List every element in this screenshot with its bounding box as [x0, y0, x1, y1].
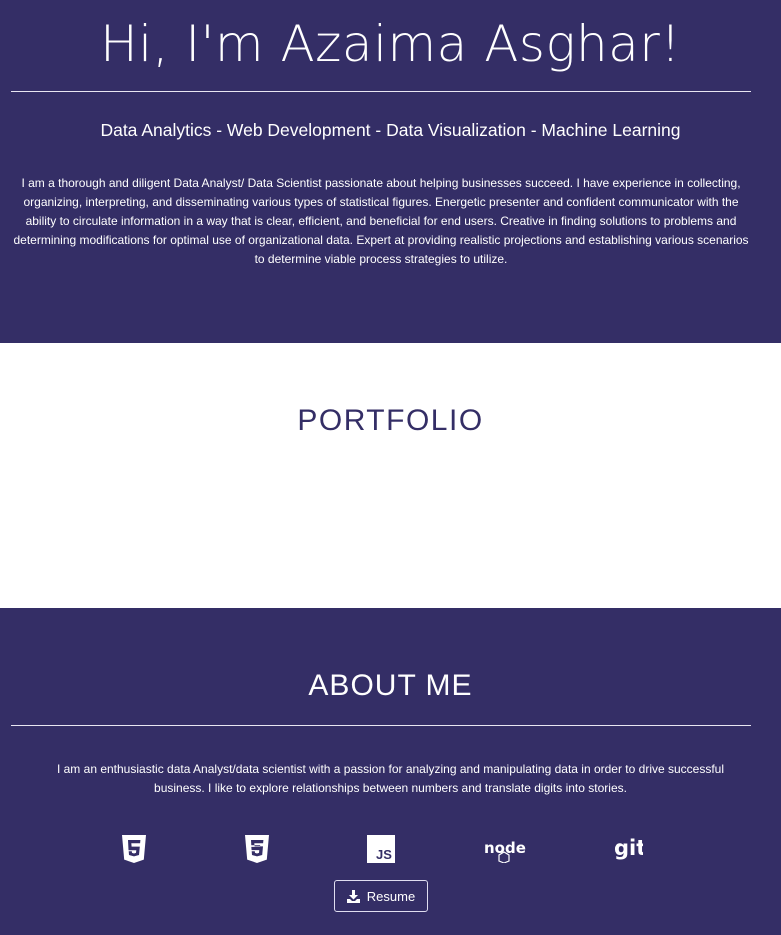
hero-divider	[11, 91, 751, 92]
javascript-icon: JS	[366, 832, 396, 866]
svg-text:node: node	[484, 839, 526, 857]
nodejs-icon: node	[481, 832, 527, 866]
hero-title: Hi, I'm Azaima Asghar!	[100, 15, 681, 73]
resume-label: Resume	[366, 888, 416, 904]
portfolio-title: PORTFOLIO	[297, 404, 484, 437]
html5-icon	[120, 832, 148, 866]
svg-text:git: git	[614, 836, 643, 860]
svg-text:JS: JS	[376, 847, 392, 862]
hero-subtitle: Data Analytics - Web Development - Data …	[100, 120, 681, 140]
about-divider	[11, 725, 751, 726]
about-section: ABOUT ME I am an enthusiastic data Analy…	[0, 608, 781, 935]
hero-section: Hi, I'm Azaima Asghar! Data Analytics - …	[0, 0, 781, 343]
resume-button[interactable]: Resume	[334, 880, 428, 912]
skills-icons: JS node git	[0, 832, 781, 866]
git-icon: git	[612, 832, 644, 866]
download-icon	[346, 889, 360, 903]
portfolio-section: PORTFOLIO	[0, 343, 781, 608]
css3-icon	[243, 832, 271, 866]
about-text: I am an enthusiastic data Analyst/data s…	[56, 762, 725, 795]
hero-bio: I am a thorough and diligent Data Analys…	[13, 176, 749, 266]
about-title: ABOUT ME	[308, 669, 473, 702]
